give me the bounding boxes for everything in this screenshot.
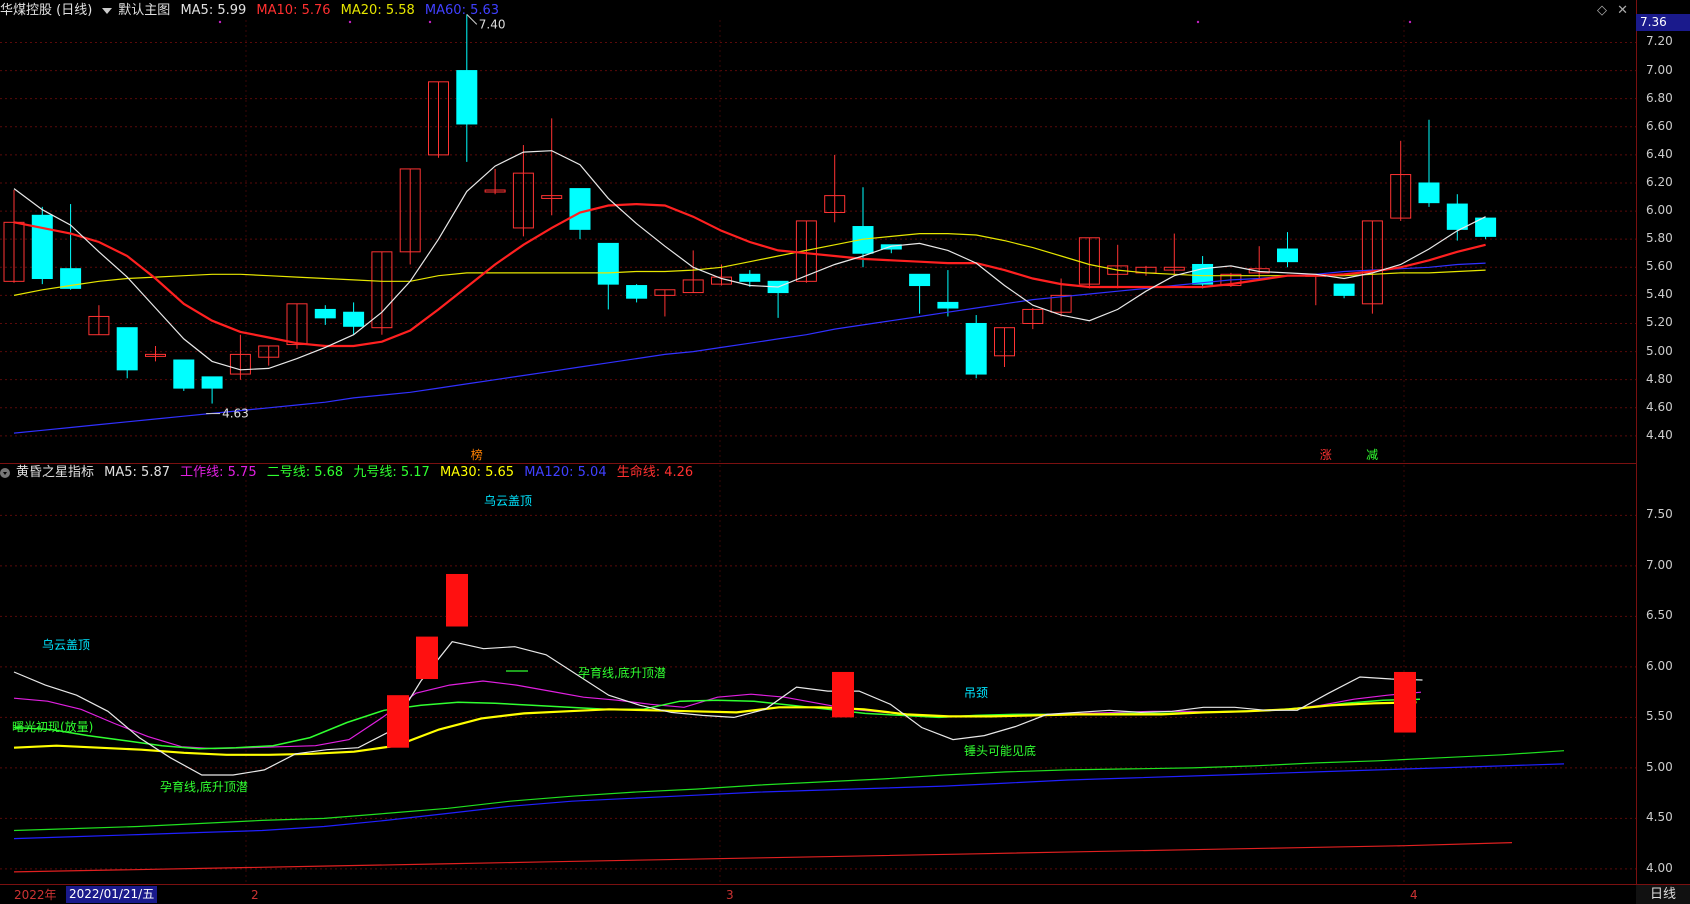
candle-body [456,70,478,125]
price-tick-label: 6.40 [1646,146,1673,161]
price-tick-label: 5.00 [1646,343,1673,358]
indicator-tick-label: 6.50 [1646,608,1673,623]
period-button[interactable]: 日线 [1636,884,1690,904]
signal-label: 曙光初现(放量) [12,719,93,734]
indicator-name[interactable]: 黄昏之星指标 [16,465,94,480]
signal-label: 锤头可能见底 [964,743,1036,758]
candle-body [1418,182,1440,204]
signal-bar [832,671,854,718]
price-tick-label: 5.60 [1646,259,1673,274]
signal-label: 乌云盖顶 [484,493,532,508]
date-axis[interactable]: 2022年 2022/01/21/五 2 3 4 [0,884,1636,904]
price-tick-label: 7.00 [1646,62,1673,77]
kline-workspace: 7.40 4.63 榜涨减乌云盖顶 乌云盖顶 曙光初现(放量) 孕育线,底升顶潜 孕育线,底… [0,0,1690,903]
current-price-tag: 7.36 [1636,14,1690,31]
price-tick-label: 5.40 [1646,287,1673,302]
price-tick-label: 4.60 [1646,399,1673,414]
month-label-3: 3 [726,888,734,902]
candle-body [937,301,959,309]
ma5-line [13,150,1486,371]
candle-body [597,242,619,285]
zhang-marker: 涨 [1320,447,1332,462]
candle-body [314,308,336,319]
candle-body [965,322,987,375]
close-icon[interactable]: ✕ [1617,3,1628,18]
indicator-tick-label: 4.50 [1646,810,1673,825]
candle-body [201,376,223,389]
ma10-value: MA10: 5.76 [256,3,331,18]
price-tick-label: 6.20 [1646,174,1673,189]
chart-template-name[interactable]: 默认主图 [118,3,170,18]
price-tick-label: 5.20 [1646,315,1673,330]
month-label-4: 4 [1410,888,1418,902]
event-dot [348,20,352,24]
candle-body [116,327,138,371]
event-dot [1408,20,1412,24]
price-tick-label: 4.80 [1646,371,1673,386]
price-tick-label: 4.40 [1646,427,1673,442]
sub-ma5-value: MA5: 5.87 [104,465,170,480]
signal-label: 乌云盖顶 [42,637,90,652]
price-tick-label: 6.60 [1646,118,1673,133]
window-toolbar: ◇ ✕ [1597,3,1628,18]
jian-marker: 减 [1366,448,1378,462]
candle-body [852,226,874,254]
line2-value: 二号线: 5.68 [266,465,344,480]
diamond-icon[interactable]: ◇ [1597,3,1607,18]
signal-bar [446,573,468,627]
line2-line [13,698,1421,750]
candle-body [626,285,648,299]
ma5-value: MA5: 5.99 [180,3,247,18]
main-chart-header: 华煤控股 (日线) 默认主图 MA5: 5.99 MA10: 5.76 MA20:… [0,1,505,21]
event-dot [218,20,222,24]
work-line [13,680,1422,750]
candle-body [1446,203,1468,230]
signal-label: 孕育线,底升顶潜 [160,779,248,794]
candle-body [1277,248,1298,263]
signal-bar [416,636,438,680]
ma20-value: MA20: 5.58 [340,3,415,18]
indicator-tick-label: 7.50 [1646,507,1673,522]
candle-body [569,188,591,230]
signal-label: 吊颈 [964,686,988,700]
price-tick-label: 6.00 [1646,203,1673,218]
price-tick-label: 5.80 [1646,231,1673,246]
stock-name[interactable]: 华煤控股 (日线) [0,3,92,18]
event-dot [1196,20,1200,24]
ma60-value: MA60: 5.63 [424,3,500,18]
signal-bar [1394,671,1416,733]
price-tick-label: 7.20 [1646,34,1673,49]
candle-body [173,359,195,389]
work-line-value: 工作线: 5.75 [180,465,257,480]
ma30-line [13,701,1417,756]
indicator-tick-label: 6.00 [1646,658,1673,673]
ma120-value: MA120: 5.04 [524,465,607,480]
indicator-tick-label: 5.50 [1646,709,1673,724]
candle-body [909,273,931,287]
candle-body [31,214,53,280]
bang-marker: 榜 [471,447,483,462]
indicator-tick-label: 4.00 [1646,860,1673,875]
indicator-tick-label: 5.00 [1646,759,1673,774]
signal-bar [387,695,409,748]
chart-canvas[interactable]: 7.404.63榜涨减乌云盖顶乌云盖顶曙光初现(放量)孕育线,底升顶潜孕育线,底… [0,0,1636,884]
month-label-2: 2 [251,888,259,902]
indicator-tick-label: 7.00 [1646,557,1673,572]
signal-label: 孕育线,底升顶潜 [578,665,666,680]
event-dot [428,20,432,24]
cursor-date-tag: 2022/01/21/五 [66,886,158,903]
candle-body [343,311,365,327]
ma30-value: MA30: 5.65 [439,465,515,480]
collapse-icon[interactable] [0,467,10,478]
line9-value: 九号线: 5.17 [353,465,430,480]
low-price-label: 4.63 [222,407,249,421]
candle-body [739,273,761,282]
price-tick-label: 6.80 [1646,90,1673,105]
candle-body [1333,283,1355,296]
sub-chart-header: 黄昏之星指标 MA5: 5.87 工作线: 5.75 二号线: 5.68 九号线… [0,463,699,483]
life-line-value: 生命线: 4.26 [616,465,694,480]
dropdown-icon[interactable] [102,7,113,14]
year-label: 2022年 [14,888,57,902]
life-line [13,842,1513,873]
